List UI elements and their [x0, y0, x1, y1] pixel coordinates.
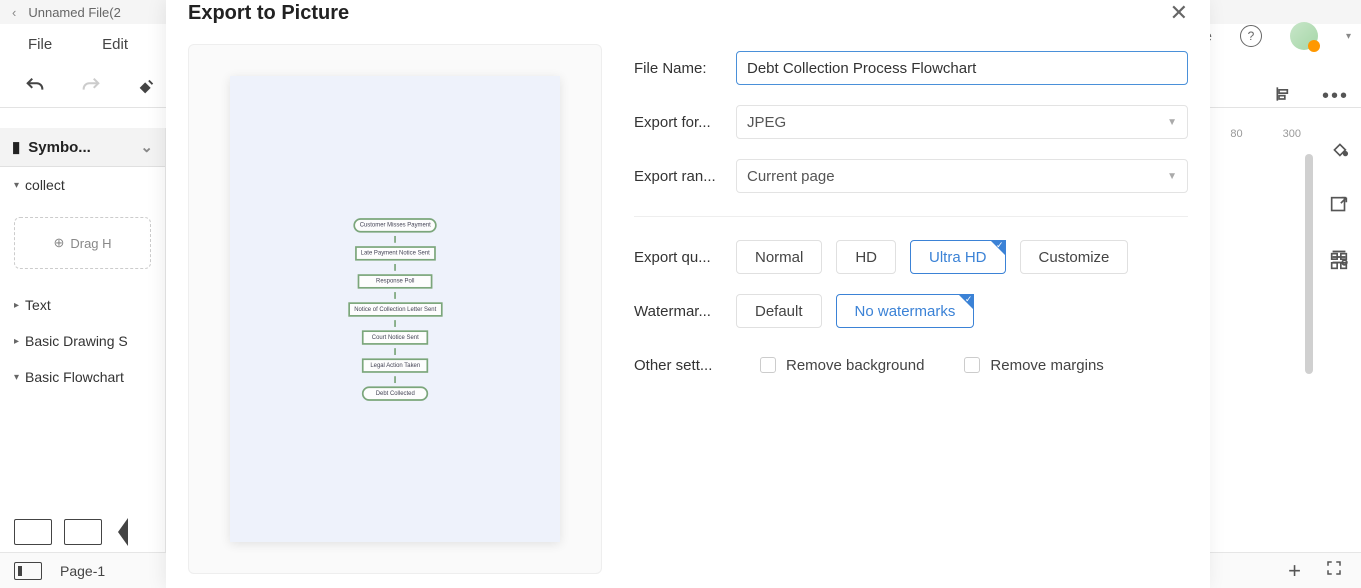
quality-hd-button[interactable]: HD [836, 240, 896, 274]
avatar[interactable] [1290, 22, 1318, 50]
format-select[interactable]: JPEG ▼ [736, 105, 1188, 139]
flow-node: Notice of Collection Letter Sent [348, 302, 442, 316]
format-value: JPEG [747, 114, 786, 131]
section-basic-flowchart[interactable]: ▾Basic Flowchart [0, 359, 165, 395]
preview-pane: Customer Misses Payment Late Payment Not… [188, 44, 602, 574]
menu-edit[interactable]: Edit [102, 36, 128, 53]
window-filename: Unnamed File(2 [28, 5, 121, 20]
other-label: Other sett... [634, 357, 720, 374]
shape-arrow[interactable] [118, 518, 128, 546]
flow-node: Response Poll [358, 274, 433, 288]
shape-rect[interactable] [64, 519, 102, 545]
symbols-icon: ▮ [12, 138, 20, 156]
watermark-none-button[interactable]: No watermarks✓ [836, 294, 975, 328]
drag-dropzone[interactable]: ⊕ Drag H [14, 217, 151, 269]
quality-label: Export qu... [634, 249, 720, 266]
scrollbar[interactable] [1305, 154, 1313, 374]
quality-customize-button[interactable]: Customize [1020, 240, 1129, 274]
paint-bucket-icon[interactable] [1328, 138, 1350, 160]
dialog-title: Export to Picture [188, 2, 349, 25]
section-collect[interactable]: ▾collect [0, 167, 165, 203]
undo-icon[interactable] [24, 75, 46, 97]
flow-node: Customer Misses Payment [353, 218, 436, 232]
flow-node: Court Notice Sent [362, 330, 428, 344]
fullscreen-icon[interactable] [1325, 559, 1343, 582]
section-label: Basic Drawing S [25, 333, 128, 349]
avatar-chevron-icon[interactable]: ▾ [1346, 31, 1351, 42]
flow-node: Legal Action Taken [362, 358, 428, 372]
help-icon[interactable]: ? [1240, 25, 1262, 47]
page-tab[interactable]: Page-1 [60, 563, 105, 579]
close-icon[interactable]: ✕ [1170, 0, 1188, 26]
ruler-tick: 80 [1230, 128, 1242, 140]
watermark-default-button[interactable]: Default [736, 294, 822, 328]
dropzone-label: Drag H [70, 236, 111, 251]
filename-input[interactable] [736, 51, 1188, 85]
align-left-icon[interactable] [1274, 84, 1294, 109]
pages-icon[interactable] [14, 562, 42, 580]
back-icon[interactable]: ‹ [12, 5, 16, 20]
quality-normal-button[interactable]: Normal [736, 240, 822, 274]
range-value: Current page [747, 168, 835, 185]
remove-background-checkbox[interactable]: Remove background [760, 357, 924, 374]
export-icon[interactable] [1328, 194, 1350, 216]
add-page-icon[interactable]: + [1288, 558, 1301, 584]
section-label: collect [25, 177, 65, 193]
format-painter-icon[interactable] [136, 75, 158, 97]
flow-node: Debt Collected [362, 386, 428, 400]
range-select[interactable]: Current page ▼ [736, 159, 1188, 193]
chevron-down-icon: ▼ [1167, 171, 1177, 182]
ruler-tick: 300 [1283, 128, 1301, 140]
watermark-label: Watermar... [634, 303, 720, 320]
section-basic-drawing[interactable]: ▸Basic Drawing S [0, 323, 165, 359]
chevron-down-icon: ▼ [1167, 117, 1177, 128]
filename-label: File Name: [634, 60, 720, 77]
section-text[interactable]: ▸Text [0, 287, 165, 323]
page-preview: Customer Misses Payment Late Payment Not… [230, 76, 560, 542]
redo-icon[interactable] [80, 75, 102, 97]
section-label: Basic Flowchart [25, 369, 124, 385]
export-dialog: Export to Picture ✕ Customer Misses Paym… [166, 0, 1210, 588]
more-icon[interactable]: ••• [1322, 85, 1349, 108]
section-label: Text [25, 297, 51, 313]
list-icon[interactable] [1328, 246, 1350, 268]
shape-rect[interactable] [14, 519, 52, 545]
panel-title: Symbo... [28, 139, 91, 156]
remove-margins-checkbox[interactable]: Remove margins [964, 357, 1103, 374]
collapse-icon[interactable]: ⌄ [140, 138, 153, 156]
quality-ultrahd-button[interactable]: Ultra HD✓ [910, 240, 1006, 274]
plus-icon: ⊕ [53, 235, 64, 251]
range-label: Export ran... [634, 168, 720, 185]
flow-node: Late Payment Notice Sent [354, 246, 435, 260]
menu-file[interactable]: File [28, 36, 52, 53]
format-label: Export for... [634, 114, 720, 131]
